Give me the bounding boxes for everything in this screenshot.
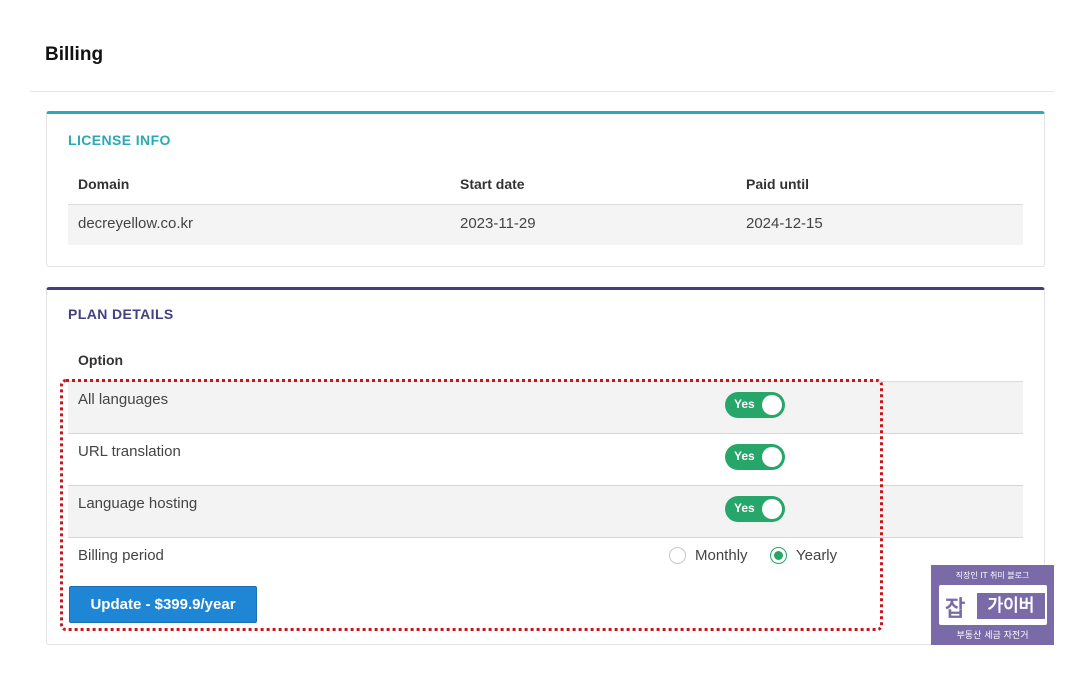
monthly-label: Monthly xyxy=(695,547,748,564)
table-row: decreyellow.co.kr 2023-11-29 2024-12-15 xyxy=(68,205,1023,245)
start-date-value: 2023-11-29 xyxy=(460,215,536,232)
option-label: All languages xyxy=(78,391,169,408)
yearly-radio-option[interactable]: Yearly xyxy=(770,547,837,564)
yearly-label: Yearly xyxy=(796,547,838,564)
domain-column-header: Domain xyxy=(78,176,130,192)
license-table-header: Domain Start date Paid until xyxy=(68,166,1023,205)
page-header: Billing xyxy=(30,28,1054,92)
option-label: URL translation xyxy=(78,443,181,460)
watermark-bottom-text: 부동산 세금 자전거 xyxy=(956,631,1029,641)
watermark-box: 잡 가이버 xyxy=(939,585,1047,625)
monthly-radio[interactable] xyxy=(669,547,686,564)
watermark-logo: 직장인 IT 취미 블로그 잡 가이버 부동산 세금 자전거 xyxy=(931,565,1054,645)
toggle-knob xyxy=(762,499,782,519)
option-row-url-translation: URL translation Yes xyxy=(68,434,1023,486)
toggle-label: Yes xyxy=(734,397,755,411)
toggle-label: Yes xyxy=(734,501,755,515)
license-info-card: LICENSE INFO Domain Start date Paid unti… xyxy=(46,111,1045,267)
paid-until-value: 2024-12-15 xyxy=(746,215,823,232)
monthly-radio-option[interactable]: Monthly xyxy=(669,547,748,564)
option-row-language-hosting: Language hosting Yes xyxy=(68,486,1023,538)
page-title: Billing xyxy=(45,44,104,65)
domain-value: decreyellow.co.kr xyxy=(78,215,194,232)
option-row-billing-period: Billing period Monthly Yearly xyxy=(68,538,1023,578)
option-column-header: Option xyxy=(78,352,124,368)
all-languages-toggle[interactable]: Yes xyxy=(725,392,785,418)
watermark-left-text: 잡 xyxy=(945,597,966,622)
billing-period-label: Billing period xyxy=(78,547,164,564)
paid-until-column-header: Paid until xyxy=(746,176,809,192)
start-date-column-header: Start date xyxy=(460,176,525,192)
update-button[interactable]: Update - $399.9/year xyxy=(69,586,257,623)
plan-details-title: PLAN DETAILS xyxy=(68,306,174,322)
language-hosting-toggle[interactable]: Yes xyxy=(725,496,785,522)
toggle-knob xyxy=(762,447,782,467)
option-table-header: Option xyxy=(68,342,1023,382)
watermark-right-text: 가이버 xyxy=(977,593,1045,619)
yearly-radio[interactable] xyxy=(770,547,787,564)
plan-details-card: PLAN DETAILS Option All languages Yes UR… xyxy=(46,287,1045,645)
option-row-all-languages: All languages Yes xyxy=(68,382,1023,434)
license-info-title: LICENSE INFO xyxy=(68,132,171,148)
toggle-knob xyxy=(762,395,782,415)
option-label: Language hosting xyxy=(78,495,198,512)
watermark-top-text: 직장인 IT 취미 블로그 xyxy=(955,571,1030,580)
toggle-label: Yes xyxy=(734,449,755,463)
url-translation-toggle[interactable]: Yes xyxy=(725,444,785,470)
